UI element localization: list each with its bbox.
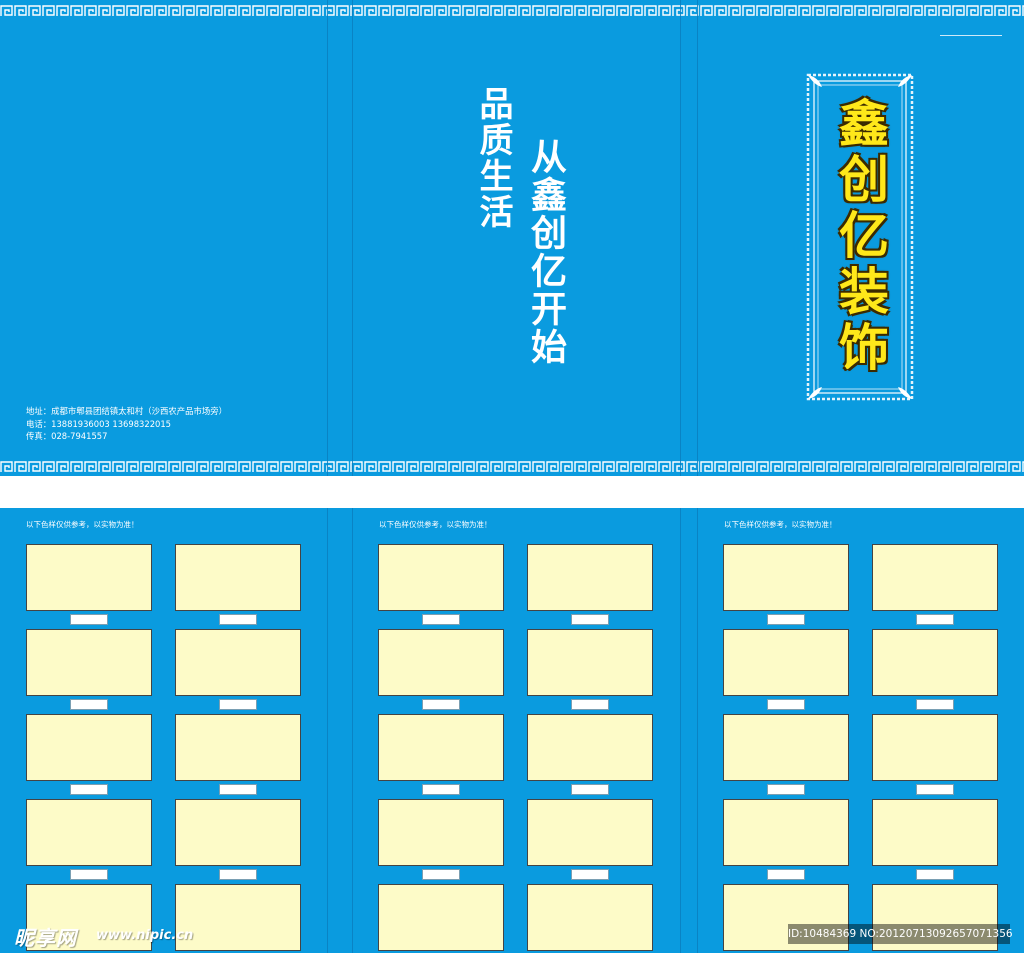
swatch-label-box [422, 614, 460, 625]
color-swatch [527, 629, 653, 696]
watermark-url: www.nipic.cn [96, 928, 194, 943]
swatch-label-box [219, 869, 257, 880]
swatch-label-box [422, 784, 460, 795]
color-swatch [723, 714, 849, 781]
swatch-label-box [422, 699, 460, 710]
swatch-label-box [767, 784, 805, 795]
swatch-label-box [767, 614, 805, 625]
color-swatch [26, 629, 152, 696]
color-swatch [175, 629, 301, 696]
contact-address: 地址：成都市郫县团结镇太和村（沙西农产品市场旁） [26, 406, 227, 416]
decorative-line [940, 35, 1002, 36]
color-swatch [872, 544, 998, 611]
fold-line [327, 0, 328, 476]
swatch-label-box [571, 614, 609, 625]
color-swatch [723, 544, 849, 611]
slogan-line-1: 品质生活 [473, 86, 513, 230]
swatch-label-box [219, 699, 257, 710]
color-swatch [175, 884, 301, 951]
color-swatch [872, 629, 998, 696]
greek-key-border-top [0, 4, 1024, 18]
brochure-inner-sheet [0, 508, 1024, 953]
sample-note-1: 以下色样仅供参考，以实物为准！ [26, 520, 139, 529]
contact-phone: 电话：13881936003 13698322015 [26, 418, 172, 429]
watermark-id: ID:10484369 NO:20120713092657071356 [788, 924, 1013, 944]
swatch-label-box [571, 699, 609, 710]
sample-note-3: 以下色样仅供参考，以实物为准！ [724, 520, 837, 529]
fold-line [680, 0, 681, 476]
fold-line [327, 508, 328, 953]
color-swatch [527, 544, 653, 611]
greek-key-border-bottom [0, 460, 1024, 474]
fold-line [352, 508, 353, 953]
color-swatch [723, 799, 849, 866]
contact-fax: 传真：028-7941557 [26, 431, 108, 441]
swatch-label-box [916, 614, 954, 625]
color-swatch [723, 629, 849, 696]
watermark-logo: 昵享网 [14, 926, 77, 950]
brochure-cover-sheet: 品质生活 从鑫创亿开始 鑫创亿装饰 地址：成都市郫县团结镇太和村（沙西农产品市场… [0, 0, 1024, 476]
color-swatch [26, 714, 152, 781]
color-swatch [175, 714, 301, 781]
color-swatch [872, 799, 998, 866]
swatch-label-box [70, 614, 108, 625]
fold-line [352, 0, 353, 476]
swatch-label-box [70, 869, 108, 880]
slogan-line-2: 从鑫创亿开始 [525, 138, 567, 366]
swatch-label-box [219, 614, 257, 625]
sample-note-2: 以下色样仅供参考，以实物为准！ [379, 520, 492, 529]
color-swatch [527, 799, 653, 866]
color-swatch [175, 544, 301, 611]
color-swatch [175, 799, 301, 866]
brand-name: 鑫创亿装饰 [831, 97, 890, 377]
contact-info: 地址：成都市郫县团结镇太和村（沙西农产品市场旁） 电话：13881936003 … [26, 405, 227, 443]
swatch-label-box [767, 699, 805, 710]
color-swatch [378, 629, 504, 696]
swatch-label-box [571, 869, 609, 880]
color-swatch [527, 884, 653, 951]
fold-line [697, 0, 698, 476]
swatch-label-box [916, 699, 954, 710]
swatch-label-box [422, 869, 460, 880]
swatch-label-box [916, 784, 954, 795]
color-swatch [378, 544, 504, 611]
color-swatch [26, 799, 152, 866]
swatch-label-box [767, 869, 805, 880]
color-swatch [527, 714, 653, 781]
swatch-label-box [916, 869, 954, 880]
color-swatch [378, 884, 504, 951]
color-swatch [26, 544, 152, 611]
color-swatch [378, 799, 504, 866]
swatch-label-box [70, 699, 108, 710]
color-swatch [872, 714, 998, 781]
color-swatch [378, 714, 504, 781]
fold-line [697, 508, 698, 953]
swatch-label-box [571, 784, 609, 795]
swatch-label-box [70, 784, 108, 795]
fold-line [680, 508, 681, 953]
swatch-label-box [219, 784, 257, 795]
